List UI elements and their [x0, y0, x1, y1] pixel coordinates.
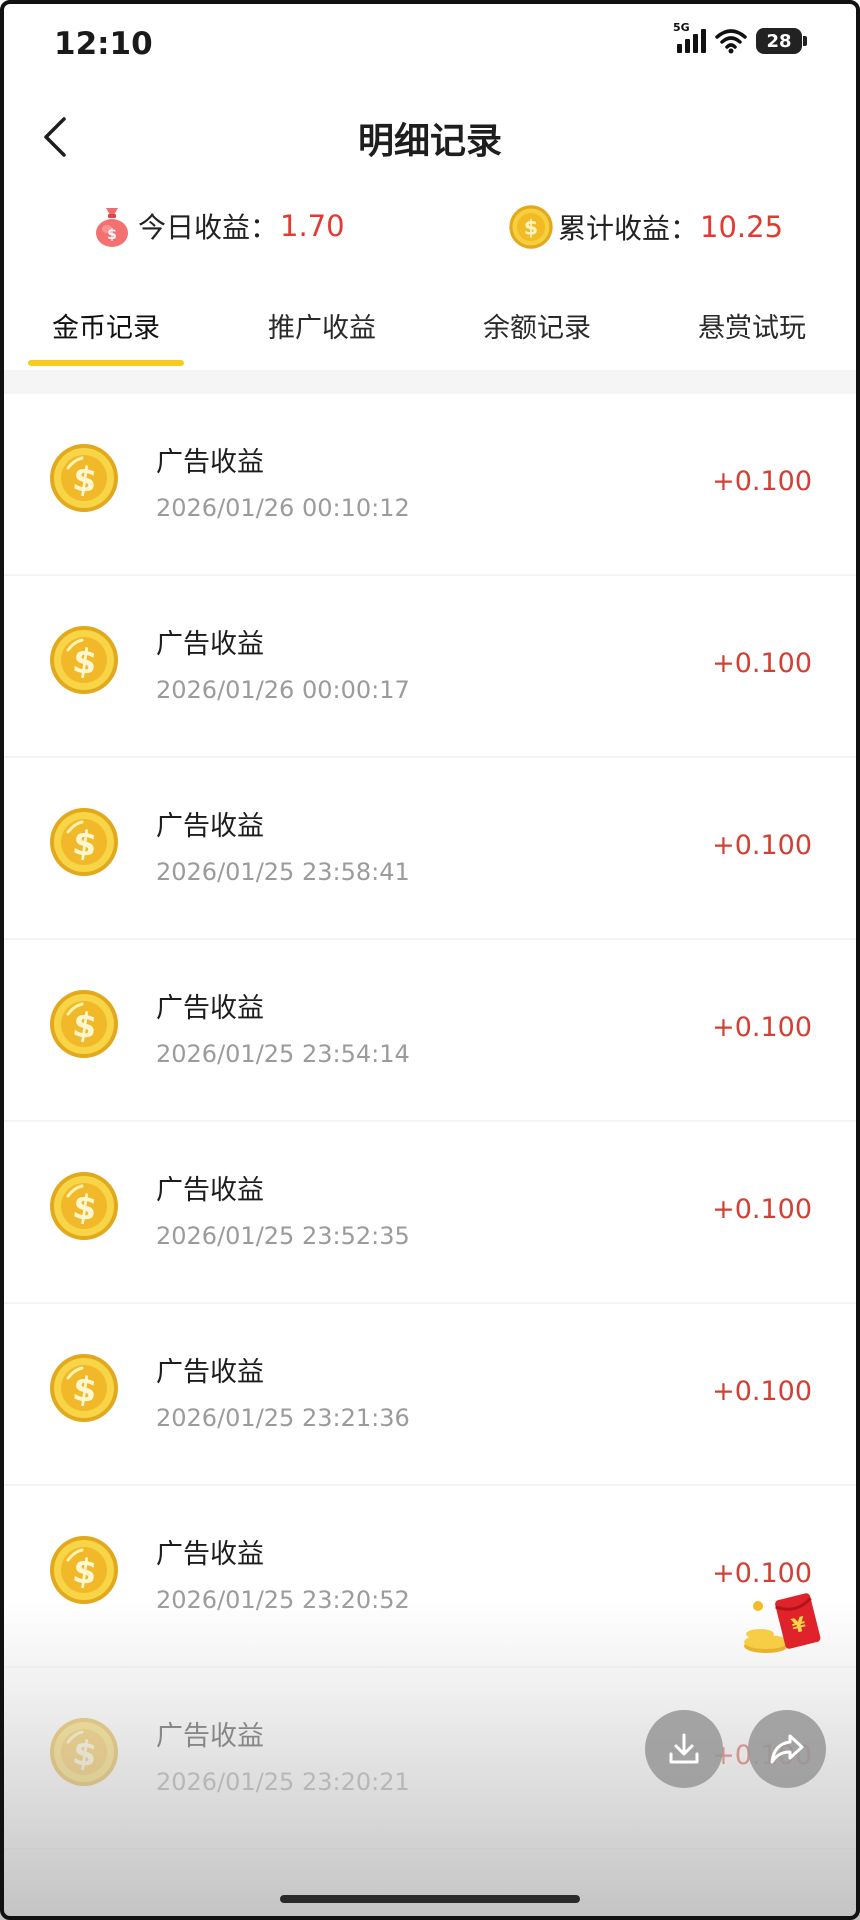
record-row[interactable]: $ 广告收益 2026/01/26 00:00:17 +0.100: [0, 576, 860, 758]
record-amount: +0.100: [712, 1194, 812, 1225]
navigation-bar: 明细记录: [0, 100, 860, 170]
network-type: 5G: [673, 21, 690, 34]
record-title: 广告收益: [156, 1539, 264, 1570]
total-earnings-value: 10.25: [700, 210, 784, 244]
record-title: 广告收益: [156, 629, 264, 660]
today-earnings: $ 今日收益： 1.70: [92, 204, 345, 248]
record-title: 广告收益: [156, 1175, 264, 1206]
gold-coin-icon: $: [50, 1718, 118, 1786]
record-amount: +0.100: [712, 648, 812, 679]
record-amount: +0.100: [712, 466, 812, 497]
gold-coin-icon: $: [50, 626, 118, 694]
gold-coin-icon: $: [50, 808, 118, 876]
record-title: 广告收益: [156, 811, 264, 842]
record-title: 广告收益: [156, 447, 264, 478]
cellular-signal-icon: 5G: [673, 21, 706, 53]
active-tab-indicator: [28, 360, 184, 366]
today-earnings-value: 1.70: [280, 209, 345, 243]
record-amount: +0.100: [712, 1012, 812, 1043]
record-title: 广告收益: [156, 1721, 264, 1752]
page-title: 明细记录: [357, 121, 502, 162]
tab-coin-records[interactable]: 金币记录: [52, 306, 160, 345]
today-earnings-label: 今日收益：: [138, 211, 279, 244]
gold-coin-icon: $: [50, 1536, 118, 1604]
record-time: 2026/01/25 23:58:41: [156, 858, 410, 886]
tab-bounty-trial[interactable]: 悬赏试玩: [698, 306, 806, 345]
svg-text:$: $: [107, 227, 117, 243]
record-amount: +0.100: [712, 1376, 812, 1407]
red-packet-icon[interactable]: ¥: [740, 1590, 826, 1656]
record-time: 2026/01/25 23:54:14: [156, 1040, 410, 1068]
status-bar: 12:10 5G 28: [0, 0, 860, 90]
record-time: 2026/01/25 23:21:36: [156, 1404, 410, 1432]
record-row[interactable]: $ 广告收益 2026/01/25 23:21:36 +0.100: [0, 1304, 860, 1486]
section-divider: [0, 370, 860, 394]
gold-coin-icon: $: [50, 990, 118, 1058]
tab-balance-records[interactable]: 余额记录: [483, 306, 591, 345]
record-list: $ 广告收益 2026/01/26 00:10:12 +0.100 $ 广告收益 2026/…: [0, 394, 860, 1850]
record-row[interactable]: $ 广告收益 2026/01/26 00:10:12 +0.100: [0, 394, 860, 576]
status-time: 12:10: [54, 26, 153, 62]
record-row[interactable]: $ 广告收益 2026/01/25 23:58:41 +0.100: [0, 758, 860, 940]
total-earnings: $ 累计收益： 10.25: [508, 204, 783, 250]
gold-coin-icon: $: [50, 444, 118, 512]
record-title: 广告收益: [156, 1357, 264, 1388]
svg-text:$: $: [524, 216, 538, 240]
gold-coin-icon: $: [509, 205, 553, 249]
battery-level: 28: [766, 30, 792, 52]
earnings-summary: $ 今日收益： 1.70 $ 累计收益： 10.25: [0, 200, 860, 260]
record-amount: +0.100: [712, 1558, 812, 1589]
wifi-icon: [715, 29, 747, 54]
total-earnings-label: 累计收益：: [558, 212, 699, 245]
home-indicator[interactable]: [280, 1895, 580, 1903]
record-row[interactable]: $ 广告收益 2026/01/25 23:20:52 +0.100: [0, 1486, 860, 1668]
share-icon: [770, 1734, 804, 1764]
gold-coin-icon: $: [50, 1354, 118, 1422]
record-time: 2026/01/25 23:52:35: [156, 1222, 410, 1250]
record-row[interactable]: $ 广告收益 2026/01/25 23:54:14 +0.100: [0, 940, 860, 1122]
money-bag-icon: $: [96, 208, 128, 247]
record-time: 2026/01/25 23:20:21: [156, 1768, 410, 1796]
record-title: 广告收益: [156, 993, 264, 1024]
record-row[interactable]: $ 广告收益 2026/01/25 23:52:35 +0.100: [0, 1122, 860, 1304]
tab-promotion-earnings[interactable]: 推广收益: [268, 306, 376, 345]
gold-coin-icon: $: [50, 1172, 118, 1240]
record-time: 2026/01/26 00:00:17: [156, 676, 410, 704]
record-time: 2026/01/25 23:20:52: [156, 1586, 410, 1614]
record-amount: +0.100: [712, 830, 812, 861]
record-time: 2026/01/26 00:10:12: [156, 494, 410, 522]
record-tabs: 金币记录 推广收益 余额记录 悬赏试玩: [0, 290, 860, 370]
record-row[interactable]: $广告收益2026/01/25 23:20:21+0.100: [0, 1668, 860, 1850]
battery-icon: 28: [756, 28, 807, 54]
status-icons: 5G 28: [673, 21, 807, 54]
share-button[interactable]: [748, 1710, 826, 1788]
download-icon: [669, 1733, 699, 1764]
download-button[interactable]: [645, 1710, 723, 1788]
